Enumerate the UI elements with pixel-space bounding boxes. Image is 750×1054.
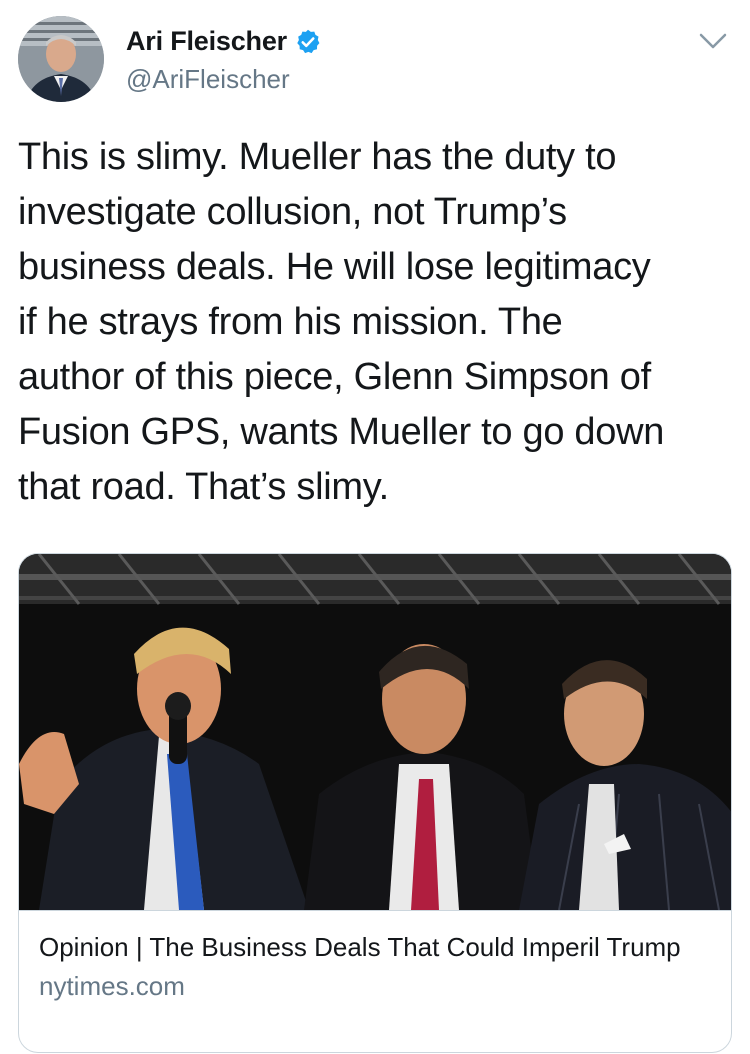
verified-badge-icon (294, 28, 322, 56)
display-name[interactable]: Ari Fleischer (126, 26, 287, 57)
link-card[interactable]: Opinion | The Business Deals That Could … (18, 553, 732, 1053)
card-domain: nytimes.com (39, 971, 185, 1001)
tweet-header: Ari Fleischer @AriFleischer (18, 16, 732, 104)
chevron-down-icon[interactable] (698, 30, 728, 52)
card-body: Opinion | The Business Deals That Could … (19, 910, 731, 1052)
user-handle[interactable]: @AriFleischer (126, 64, 290, 95)
avatar[interactable] (18, 16, 104, 102)
card-title[interactable]: Opinion | The Business Deals That Could … (39, 929, 713, 966)
card-image (19, 554, 731, 910)
name-row: Ari Fleischer (126, 26, 322, 57)
avatar-photo (18, 16, 104, 102)
tweet-text: This is slimy. Mueller has the duty to i… (18, 136, 665, 508)
